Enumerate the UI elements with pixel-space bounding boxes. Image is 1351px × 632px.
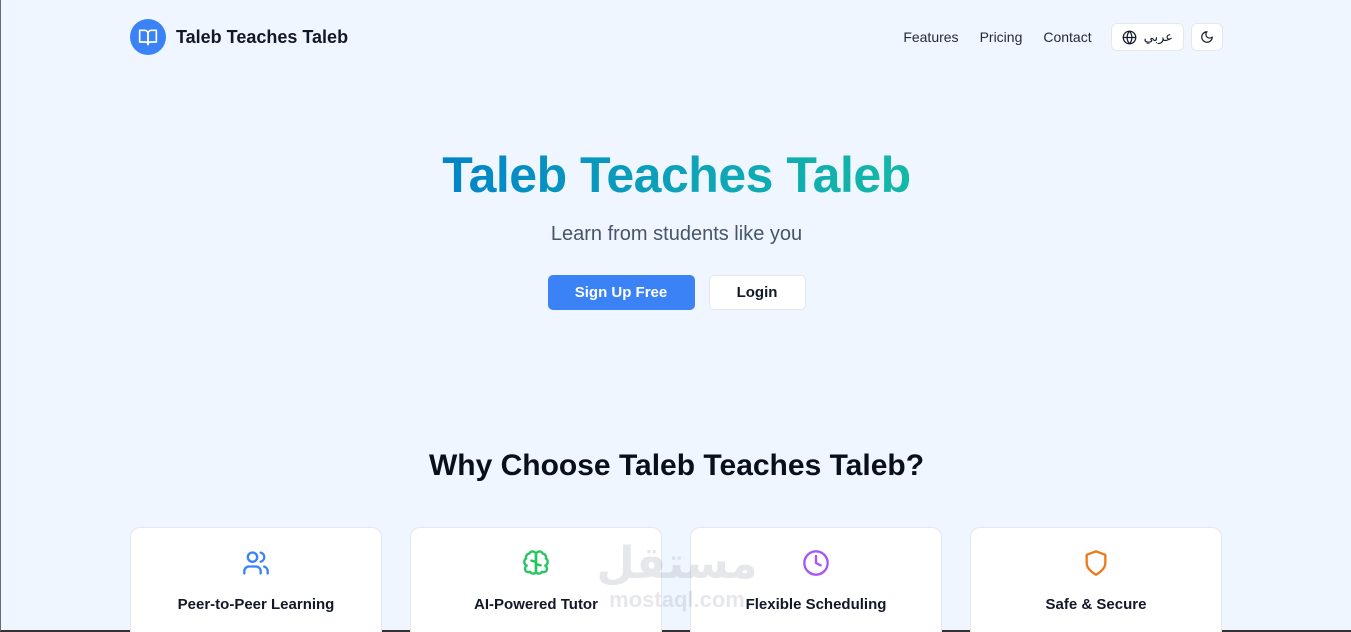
- feature-cards: Peer-to-Peer Learning AI-Powered Tutor F…: [130, 527, 1222, 632]
- brain-icon: [523, 550, 549, 575]
- hero-actions: Sign Up Free Login: [1, 275, 1351, 310]
- clock-icon: [803, 550, 829, 576]
- login-button[interactable]: Login: [708, 275, 806, 310]
- hero-title: Taleb Teaches Taleb: [1, 146, 1351, 204]
- theme-toggle-button[interactable]: [1191, 23, 1223, 51]
- feature-card-ai-tutor: AI-Powered Tutor: [410, 527, 662, 632]
- sign-up-button[interactable]: Sign Up Free: [547, 275, 695, 310]
- hero-title-text: Taleb Teaches Taleb: [442, 147, 911, 203]
- moon-icon: [1201, 31, 1213, 43]
- features-heading: Why Choose Taleb Teaches Taleb?: [428, 449, 925, 482]
- language-label: عربي: [1143, 29, 1173, 44]
- nav-links: Features Pricing Contact عربي: [903, 23, 1223, 51]
- book-open-icon: [138, 29, 158, 46]
- brand-name: Taleb Teaches Taleb: [176, 26, 349, 47]
- feature-card-peer-learning: Peer-to-Peer Learning: [130, 527, 382, 632]
- nav-link-features[interactable]: Features: [903, 29, 958, 45]
- feature-card-title: AI-Powered Tutor: [474, 596, 598, 613]
- feature-card-title: Safe & Secure: [1045, 596, 1147, 613]
- hero-subtitle: Learn from students like you: [550, 223, 803, 245]
- nav-link-pricing[interactable]: Pricing: [980, 29, 1023, 45]
- language-toggle-button[interactable]: عربي: [1110, 23, 1184, 51]
- brand[interactable]: Taleb Teaches Taleb: [130, 19, 348, 55]
- users-icon: [243, 551, 269, 575]
- shield-icon: [1085, 550, 1107, 576]
- feature-card-safe-secure: Safe & Secure: [970, 527, 1222, 632]
- feature-card-title: Peer-to-Peer Learning: [177, 596, 335, 613]
- feature-card-flexible-scheduling: Flexible Scheduling: [690, 527, 942, 632]
- top-navbar: Taleb Teaches Taleb Features Pricing Con…: [1, 0, 1351, 74]
- brand-logo: [130, 19, 166, 55]
- feature-card-title: Flexible Scheduling: [745, 596, 887, 613]
- nav-link-contact[interactable]: Contact: [1043, 29, 1091, 45]
- globe-icon: [1122, 30, 1136, 44]
